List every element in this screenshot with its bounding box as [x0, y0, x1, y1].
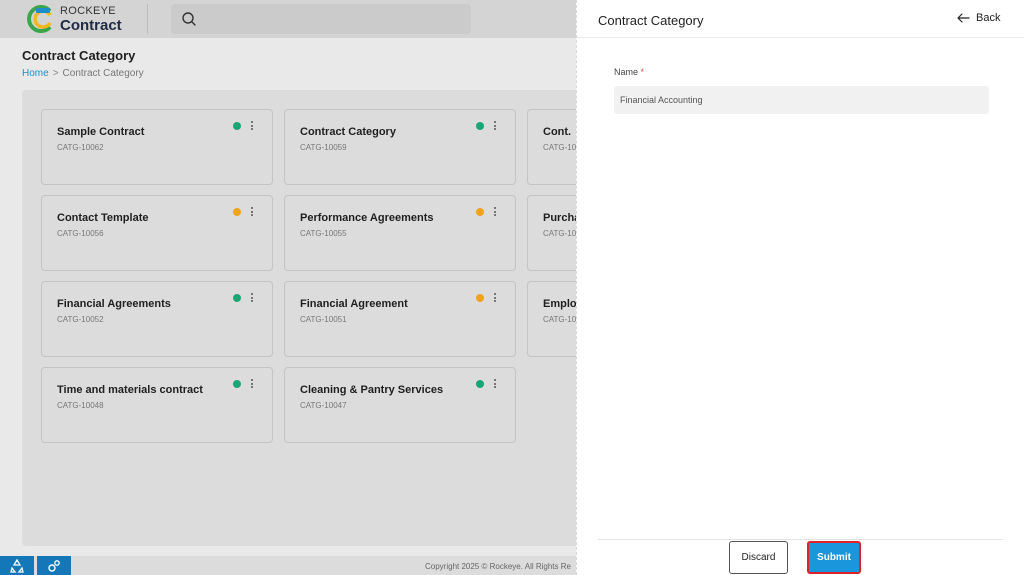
- brand-company: ROCKEYE: [60, 5, 116, 17]
- status-dot: [233, 122, 241, 130]
- copyright-text: Copyright 2025 © Rockeye. All Rights Re: [425, 562, 571, 571]
- more-options-icon[interactable]: [249, 293, 255, 305]
- card-code: CATG-10055: [300, 229, 347, 238]
- name-input[interactable]: [614, 86, 989, 114]
- header-divider: [147, 4, 148, 34]
- more-options-icon[interactable]: [492, 293, 498, 305]
- recycle-icon: [10, 559, 24, 573]
- card-code: CATG-10: [543, 229, 577, 238]
- card-title: Financial Agreement: [300, 298, 408, 310]
- card-title: Sample Contract: [57, 126, 145, 138]
- card-code: CATG-10052: [57, 315, 104, 324]
- category-card[interactable]: Performance Agreements CATG-10055: [284, 195, 516, 271]
- back-label: Back: [976, 12, 1001, 24]
- name-field-label: Name *: [614, 67, 644, 77]
- app-logo[interactable]: ROCKEYE Contract: [20, 3, 150, 35]
- card-code: CATG-10048: [57, 401, 104, 410]
- status-dot: [233, 208, 241, 216]
- category-card[interactable]: Sample Contract CATG-10062: [41, 109, 273, 185]
- more-options-icon[interactable]: [249, 207, 255, 219]
- drawer-header: Contract Category Back: [577, 0, 1024, 38]
- category-card[interactable]: Financial Agreements CATG-10052: [41, 281, 273, 357]
- discard-button[interactable]: Discard: [729, 541, 788, 574]
- search-input[interactable]: [171, 4, 471, 34]
- category-grid: Sample Contract CATG-10062 Contract Cate…: [22, 90, 592, 546]
- card-title: Financial Agreements: [57, 298, 171, 310]
- back-button[interactable]: Back: [957, 12, 1000, 24]
- name-label-text: Name: [614, 67, 639, 77]
- more-options-icon[interactable]: [492, 121, 498, 133]
- status-dot: [476, 380, 484, 388]
- category-card[interactable]: Financial Agreement CATG-10051: [284, 281, 516, 357]
- recycle-button[interactable]: [0, 556, 34, 575]
- category-card[interactable]: Contract Category CATG-10059: [284, 109, 516, 185]
- status-dot: [476, 208, 484, 216]
- card-code: CATG-10062: [57, 143, 104, 152]
- page-title: Contract Category: [22, 48, 136, 63]
- more-options-icon[interactable]: [249, 121, 255, 133]
- card-code: CATG-10056: [57, 229, 104, 238]
- status-dot: [476, 122, 484, 130]
- gears-icon: [48, 560, 60, 572]
- card-title: Contract Category: [300, 126, 396, 138]
- card-title: Purcha: [543, 212, 581, 224]
- rockeye-logo-icon: [27, 5, 52, 33]
- breadcrumb-current: Contract Category: [62, 68, 144, 79]
- arrow-left-icon: [957, 13, 970, 23]
- card-code: CATG-10: [543, 143, 577, 152]
- card-code: CATG-10059: [300, 143, 347, 152]
- card-title: Cleaning & Pantry Services: [300, 384, 444, 396]
- category-card[interactable]: Time and materials contract CATG-10048: [41, 367, 273, 443]
- card-code: CATG-10051: [300, 315, 347, 324]
- card-title: Performance Agreements: [300, 212, 434, 224]
- submit-button[interactable]: Submit: [807, 541, 861, 574]
- required-mark: *: [640, 67, 645, 77]
- card-title: Time and materials contract: [57, 384, 203, 396]
- edit-drawer: Contract Category Back Name * Discard Su…: [576, 0, 1024, 575]
- card-code: CATG-10: [543, 315, 577, 324]
- category-card[interactable]: Cleaning & Pantry Services CATG-10047: [284, 367, 516, 443]
- more-options-icon[interactable]: [492, 207, 498, 219]
- status-dot: [233, 294, 241, 302]
- more-options-icon[interactable]: [249, 379, 255, 391]
- drawer-title: Contract Category: [598, 13, 704, 28]
- status-dot: [476, 294, 484, 302]
- breadcrumb-separator: >: [52, 68, 59, 79]
- breadcrumb: Home > Contract Category: [22, 68, 144, 79]
- card-title: Contact Template: [57, 212, 149, 224]
- settings-button[interactable]: [37, 556, 71, 575]
- category-card[interactable]: Contact Template CATG-10056: [41, 195, 273, 271]
- search-icon: [182, 12, 196, 26]
- card-code: CATG-10047: [300, 401, 347, 410]
- card-title: Cont.: [543, 126, 572, 138]
- status-dot: [233, 380, 241, 388]
- brand-product: Contract: [60, 17, 122, 34]
- drawer-footer-divider: [598, 539, 1003, 540]
- breadcrumb-home-link[interactable]: Home: [22, 68, 49, 79]
- more-options-icon[interactable]: [492, 379, 498, 391]
